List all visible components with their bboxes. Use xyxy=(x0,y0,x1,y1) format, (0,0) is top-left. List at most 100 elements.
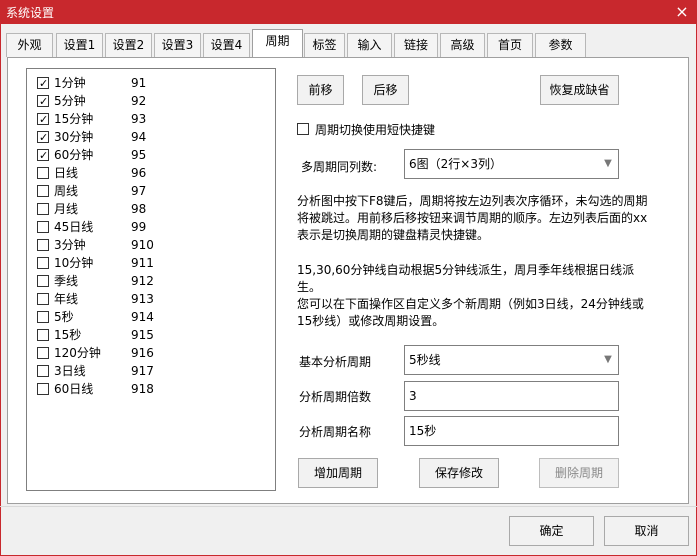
period-label: 15秒 xyxy=(54,328,82,342)
delete-period-button[interactable]: 删除周期 xyxy=(539,458,619,488)
checkbox[interactable] xyxy=(37,347,49,359)
shortcut-checkbox[interactable] xyxy=(297,123,309,135)
description-line-1: 分析图中按下F8键后，周期将按左边列表次序循环，未勾选的周期 xyxy=(297,194,648,208)
period-list[interactable]: 1分钟 91 5分钟 92 15分钟 93 30分钟 94 60分钟 95 日线 96 周线… xyxy=(26,68,276,491)
period-item-monthly[interactable]: 月线 98 xyxy=(36,200,266,218)
period-item-15-minute[interactable]: 15分钟 93 xyxy=(36,110,266,129)
period-item-10-minute[interactable]: 10分钟 911 xyxy=(36,254,266,272)
description-line-3: 表示是切换周期的键盘精灵快捷键。 xyxy=(297,228,490,242)
period-item-30-minute[interactable]: 30分钟 94 xyxy=(36,128,266,147)
period-shortcut: 96 xyxy=(131,166,147,180)
period-item-daily[interactable]: 日线 96 xyxy=(36,164,266,182)
chevron-down-icon[interactable]: ▼ xyxy=(599,151,617,177)
period-shortcut: 99 xyxy=(131,220,147,234)
period-shortcut: 98 xyxy=(131,202,147,216)
period-shortcut: 95 xyxy=(131,148,147,162)
checkbox[interactable] xyxy=(37,365,49,377)
period-shortcut: 918 xyxy=(131,382,154,396)
period-shortcut: 910 xyxy=(131,238,154,252)
period-label: 周线 xyxy=(54,184,79,198)
period-item-60-minute[interactable]: 60分钟 95 xyxy=(36,146,266,165)
tab-period[interactable]: 周期 xyxy=(252,29,303,57)
period-label: 日线 xyxy=(54,166,79,180)
period-item-quarterly[interactable]: 季线 912 xyxy=(36,272,266,290)
checkbox[interactable] xyxy=(37,329,49,341)
tab-settings-1[interactable]: 设置1 xyxy=(56,33,103,57)
title-bar: 系统设置 × xyxy=(0,0,697,24)
footer-divider xyxy=(0,506,697,507)
multi-period-label: 多周期同列数: xyxy=(301,160,378,174)
period-label: 季线 xyxy=(54,274,79,288)
period-shortcut: 94 xyxy=(131,130,147,144)
checkbox[interactable] xyxy=(37,221,49,233)
shortcut-label: 周期切换使用短快捷键 xyxy=(315,123,436,137)
period-item-weekly[interactable]: 周线 97 xyxy=(36,182,266,200)
period-shortcut: 97 xyxy=(131,184,147,198)
tab-appearance[interactable]: 外观 xyxy=(6,33,53,57)
derived-period-description: 15,30,60分钟线自动根据5分钟线派生，周月季年线根据日线派生。 您可以在下… xyxy=(297,262,657,330)
add-period-button[interactable]: 增加周期 xyxy=(298,458,378,488)
checkbox[interactable] xyxy=(37,383,49,395)
description-line-6: 15秒线）或修改周期设置。 xyxy=(297,314,445,328)
tab-homepage[interactable]: 首页 xyxy=(487,33,533,57)
checkbox[interactable] xyxy=(37,167,49,179)
period-label: 3分钟 xyxy=(54,238,86,252)
short-shortcut-option[interactable]: 周期切换使用短快捷键 xyxy=(297,121,557,137)
tab-links[interactable]: 链接 xyxy=(394,33,438,57)
checkbox[interactable] xyxy=(37,311,49,323)
base-period-select[interactable]: 5秒线 ▼ xyxy=(404,345,619,375)
chevron-down-icon[interactable]: ▼ xyxy=(599,347,617,373)
base-period-value: 5秒线 xyxy=(409,353,441,367)
description-line-4: 15,30,60分钟线自动根据5分钟线派生，周月季年线根据日线派生。 xyxy=(297,263,635,294)
checkbox[interactable] xyxy=(37,93,49,111)
close-icon[interactable]: × xyxy=(667,0,697,24)
period-item-120-minute[interactable]: 120分钟 916 xyxy=(36,344,266,362)
checkbox[interactable] xyxy=(37,147,49,165)
tab-input[interactable]: 输入 xyxy=(347,33,392,57)
period-label: 45日线 xyxy=(54,220,94,234)
checkbox[interactable] xyxy=(37,111,49,129)
description-line-2: 将被跳过。用前移后移按钮来调节周期的顺序。左边列表后面的xx xyxy=(297,211,648,225)
period-label: 60日线 xyxy=(54,382,94,396)
tab-settings-2[interactable]: 设置2 xyxy=(105,33,152,57)
checkbox[interactable] xyxy=(37,185,49,197)
period-shortcut: 914 xyxy=(131,310,154,324)
period-item-3-minute[interactable]: 3分钟 910 xyxy=(36,236,266,254)
multi-period-select[interactable]: 6图（2行×3列） ▼ xyxy=(404,149,619,179)
checkbox[interactable] xyxy=(37,257,49,269)
checkbox[interactable] xyxy=(37,275,49,287)
period-item-1-minute[interactable]: 1分钟 91 xyxy=(36,74,266,93)
period-name-input[interactable]: 15秒 xyxy=(404,416,619,446)
tab-settings-4[interactable]: 设置4 xyxy=(203,33,250,57)
move-up-button[interactable]: 前移 xyxy=(297,75,344,105)
period-item-5-second[interactable]: 5秒 914 xyxy=(36,308,266,326)
window-title: 系统设置 xyxy=(6,6,55,20)
checkbox[interactable] xyxy=(37,129,49,147)
period-name-label: 分析周期名称 xyxy=(299,425,372,439)
period-shortcut: 915 xyxy=(131,328,154,342)
period-label: 10分钟 xyxy=(54,256,94,270)
checkbox[interactable] xyxy=(37,293,49,305)
restore-default-button[interactable]: 恢复成缺省 xyxy=(540,75,619,105)
period-multiple-input[interactable]: 3 xyxy=(404,381,619,411)
period-label: 年线 xyxy=(54,292,79,306)
cancel-button[interactable]: 取消 xyxy=(604,516,689,546)
checkbox[interactable] xyxy=(37,239,49,251)
period-item-60-day[interactable]: 60日线 918 xyxy=(36,380,266,398)
period-item-15-second[interactable]: 15秒 915 xyxy=(36,326,266,344)
tab-advanced[interactable]: 高级 xyxy=(440,33,485,57)
period-item-45-day[interactable]: 45日线 99 xyxy=(36,218,266,236)
ok-button[interactable]: 确定 xyxy=(509,516,594,546)
period-item-3-day[interactable]: 3日线 917 xyxy=(36,362,266,380)
tab-settings-3[interactable]: 设置3 xyxy=(154,33,201,57)
tab-labels[interactable]: 标签 xyxy=(304,33,345,57)
period-item-yearly[interactable]: 年线 913 xyxy=(36,290,266,308)
period-label: 120分钟 xyxy=(54,346,101,360)
period-item-5-minute[interactable]: 5分钟 92 xyxy=(36,92,266,111)
tab-parameters[interactable]: 参数 xyxy=(535,33,586,57)
move-down-button[interactable]: 后移 xyxy=(362,75,409,105)
save-changes-button[interactable]: 保存修改 xyxy=(419,458,499,488)
checkbox[interactable] xyxy=(37,75,49,93)
period-label: 月线 xyxy=(54,202,79,216)
checkbox[interactable] xyxy=(37,203,49,215)
